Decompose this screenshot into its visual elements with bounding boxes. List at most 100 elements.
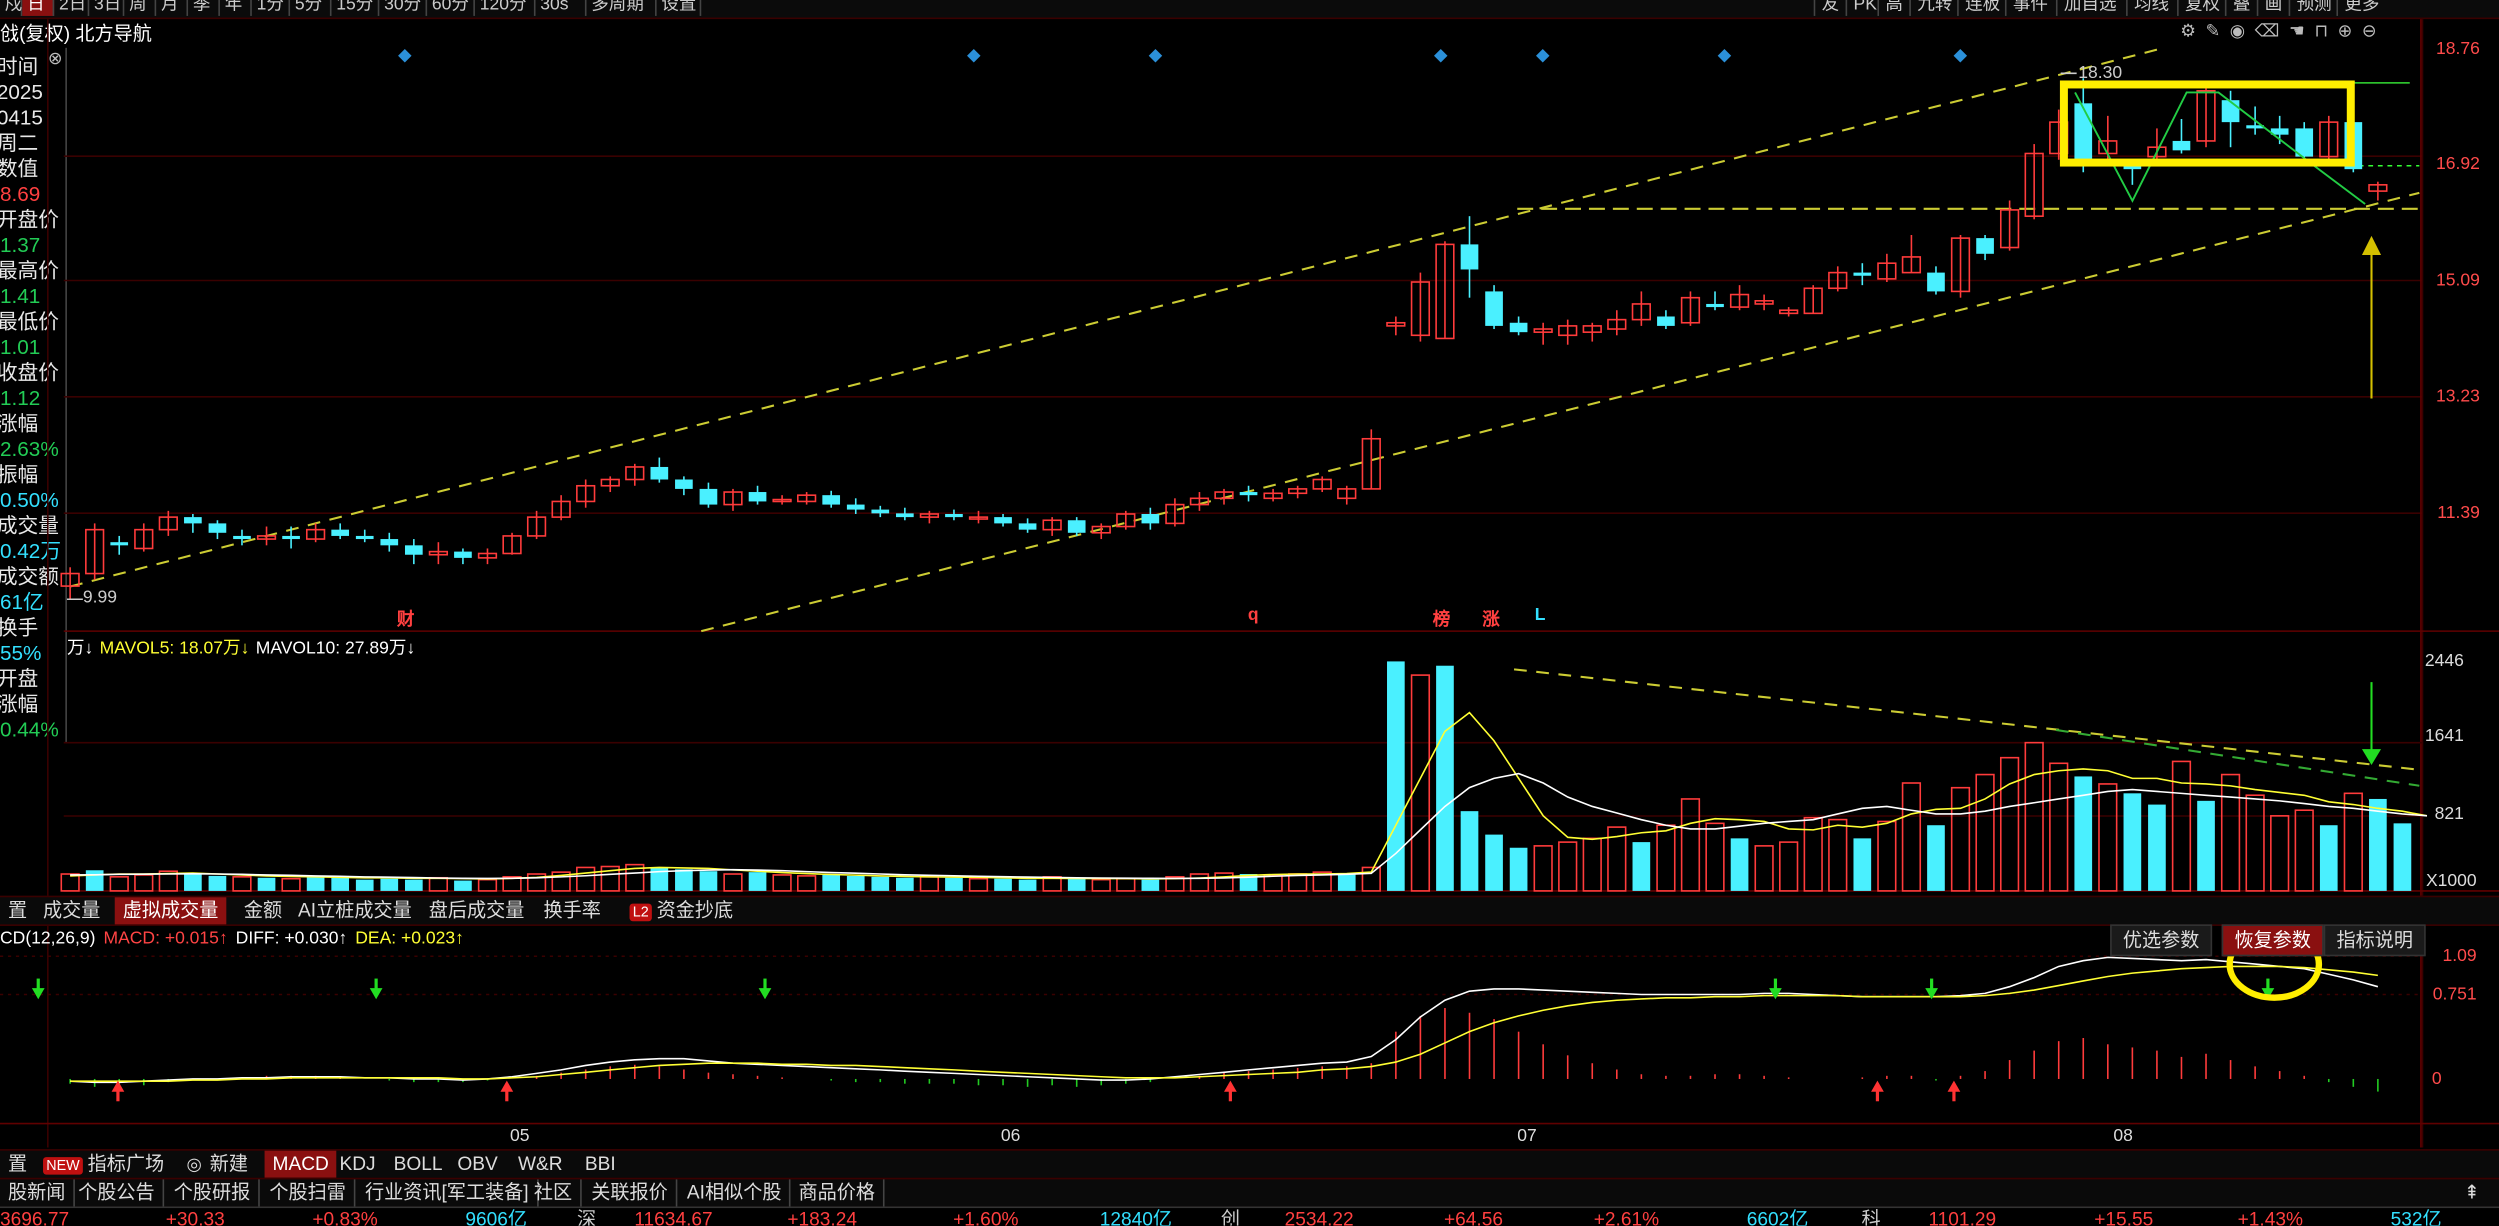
candle-body-down <box>2172 140 2191 151</box>
volume-tab[interactable]: 换手率 <box>536 897 609 924</box>
event-marker[interactable]: 财 <box>397 606 415 632</box>
volume-trend-line <box>1513 668 2420 771</box>
volume-bar-up <box>109 876 129 892</box>
volume-tab[interactable]: 金额 <box>236 897 290 924</box>
volume-bar-down <box>1141 879 1160 891</box>
news-tab[interactable]: 个股研报 <box>166 1179 260 1207</box>
volume-tab[interactable]: 盘后成交量 <box>421 897 533 924</box>
candle-body-down <box>846 504 865 510</box>
volume-bar-down <box>945 877 963 891</box>
volume-bar-up <box>1091 878 1111 892</box>
volume-bar-up <box>1533 845 1553 892</box>
event-diamond <box>1433 49 1448 63</box>
volume-bar-up <box>2294 809 2314 892</box>
news-tab[interactable]: 关联报价 <box>583 1179 678 1207</box>
volume-bar-up <box>2171 760 2192 892</box>
volume-bar-up <box>134 874 154 892</box>
event-marker[interactable]: 榜 <box>1433 606 1451 632</box>
macd-buy-arrowhead <box>1947 1080 1961 1092</box>
candle-body-down <box>675 479 693 489</box>
price-tick: 15.09 <box>2435 270 2480 291</box>
indicator-tab[interactable]: OBV <box>449 1151 505 1178</box>
indicator-tab-label: BOLL <box>393 1152 443 1175</box>
volume-tab[interactable]: AI立桩成交量 <box>290 897 420 924</box>
indicator-tab[interactable]: 置 <box>0 1151 35 1178</box>
candle-body-down <box>282 535 300 540</box>
event-marker[interactable]: L <box>1535 606 1546 625</box>
volume-tab-label: 资金抄底 <box>656 898 734 922</box>
macd-diff-line <box>70 956 2379 1084</box>
indicator-tab[interactable]: KDJ <box>332 1151 384 1178</box>
volume-bar-down <box>208 875 227 891</box>
volume-bar-up <box>2220 773 2241 892</box>
ticker-value: 9606亿 <box>465 1208 528 1226</box>
macd-param-button[interactable]: 恢复参数 <box>2221 924 2324 957</box>
volume-tab-label: AI立桩成交量 <box>298 898 412 922</box>
indicator-tabs: 置 NEW 指标广场 ◎ 新建 MACD KDJ BOLL OBV W&R BBI <box>0 1149 2499 1180</box>
news-tab[interactable]: AI相似个股 <box>679 1179 792 1207</box>
volume-bar-down <box>1730 838 1749 891</box>
indicator-tab[interactable]: BBI <box>577 1151 624 1178</box>
ticker-value: +30.33 <box>165 1208 225 1226</box>
macd-legend-item: DIFF: +0.030↑ <box>235 929 348 949</box>
news-tab[interactable]: 个股扫雷 <box>261 1179 356 1207</box>
macd-legend-item: DEA: +0.023↑ <box>355 929 464 949</box>
news-tab[interactable]: 商品价格 <box>791 1179 885 1207</box>
macd-legend-item: MACD: +0.015↑ <box>103 929 228 949</box>
volume-bar-up <box>1410 674 1431 892</box>
macd-param-button[interactable]: 指标说明 <box>2323 924 2426 957</box>
volume-tab[interactable]: L2 资金抄底 <box>622 897 742 924</box>
volume-bar-up <box>1680 798 1701 892</box>
indicator-tab-label: 指标广场 <box>87 1152 165 1175</box>
volume-bar-up <box>2245 794 2265 892</box>
news-tab[interactable]: 行业资讯[军工装备] <box>357 1179 539 1207</box>
volume-bar-down <box>871 876 890 891</box>
index-ticker: 3696.77 +30.33 +0.83% 9606亿 深 11634.67 +183.24… <box>0 1206 2499 1226</box>
volume-bar-down <box>1337 874 1356 891</box>
volume-tab[interactable]: 虚拟成交量 <box>114 897 227 925</box>
volume-bar-down <box>748 872 767 891</box>
ticker-value: +1.60% <box>953 1208 1019 1226</box>
macd-param-button[interactable]: 优选参数 <box>2110 924 2213 957</box>
candle-body-down <box>1460 244 1479 270</box>
tab-tag: ◎ <box>186 1155 202 1175</box>
ticker-value: 1101.29 <box>1928 1208 1997 1226</box>
ticker-value: 创 <box>1220 1208 1240 1226</box>
volume-tick: X1000 <box>2425 871 2477 891</box>
volume-bar-down <box>1485 834 1503 891</box>
volume-bar-down <box>896 877 914 891</box>
volume-bar-up <box>1705 822 1725 892</box>
volume-bar-down <box>2148 804 2166 891</box>
indicator-tab[interactable]: BOLL <box>386 1151 451 1178</box>
volume-bar-down <box>2393 823 2412 891</box>
price-tick: 16.92 <box>2435 154 2480 174</box>
volume-bar-up <box>1779 841 1799 892</box>
volume-bar-down <box>2319 825 2338 891</box>
volume-bar-up <box>919 876 940 892</box>
indicator-tab[interactable]: MACD <box>264 1150 337 1178</box>
indicator-tab[interactable]: ◎ 新建 <box>175 1151 256 1178</box>
collapse-icon[interactable]: ⇞ <box>2464 1179 2480 1206</box>
volume-tab-label: 置 <box>7 898 28 922</box>
volume-tick: 821 <box>2434 804 2464 824</box>
macd-legend-item: CD(12,26,9) <box>0 929 96 949</box>
pattern-zigzag <box>2074 91 2366 205</box>
news-tab[interactable]: 社区 <box>526 1179 582 1207</box>
indicator-tab[interactable]: NEW 指标广场 <box>35 1151 172 1178</box>
volume-bar-up <box>772 874 792 892</box>
indicator-tab-label: 新建 <box>209 1152 249 1175</box>
event-marker[interactable]: 涨 <box>1482 606 1500 632</box>
candle-body-down <box>2074 103 2093 160</box>
candle-body-down <box>945 513 963 518</box>
indicator-tab-label: BBI <box>584 1152 616 1175</box>
volume-tick: 2446 <box>2424 651 2464 671</box>
volume-tab[interactable]: 置 <box>0 897 35 924</box>
indicator-tab[interactable]: W&R <box>510 1151 571 1178</box>
news-tab[interactable]: 个股公告 <box>70 1179 165 1207</box>
volume-bar-up <box>1288 873 1308 892</box>
event-marker[interactable]: q <box>1248 606 1259 625</box>
volume-tab[interactable]: 成交量 <box>35 897 108 924</box>
volume-bar-up <box>1558 841 1578 892</box>
news-tab[interactable]: 股新闻 <box>0 1179 75 1207</box>
volume-bar-up <box>968 877 989 892</box>
